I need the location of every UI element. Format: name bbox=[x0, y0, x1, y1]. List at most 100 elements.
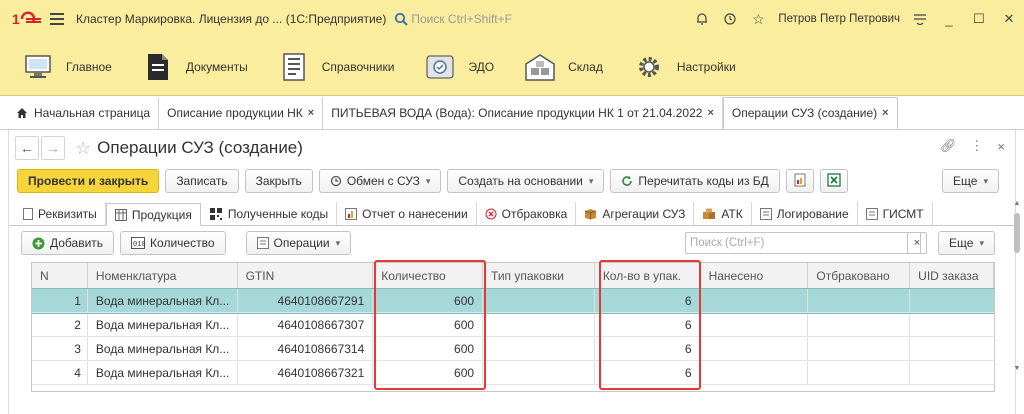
close-button[interactable]: Закрыть bbox=[244, 169, 313, 193]
close-tab-icon[interactable]: × bbox=[882, 107, 888, 119]
tab-label: Агрегации СУЗ bbox=[602, 206, 686, 221]
tab-received-codes[interactable]: Полученные коды bbox=[201, 202, 338, 225]
open-windows-bar: Начальная страница Описание продукции НК… bbox=[0, 97, 1024, 130]
cell-n: 3 bbox=[32, 337, 88, 360]
section-warehouse[interactable]: Склад bbox=[522, 49, 603, 85]
quantity-button[interactable]: 010 Количество bbox=[120, 231, 226, 255]
cell-gtin: 4640108667314 bbox=[238, 337, 374, 360]
tab-logging[interactable]: Логирование bbox=[752, 202, 858, 225]
column-header-rejected[interactable]: Отбраковано bbox=[808, 263, 911, 288]
tab-product-description[interactable]: Описание продукции НК × bbox=[159, 97, 324, 129]
section-label: Настройки bbox=[676, 59, 736, 74]
chevron-down-icon: ▾ bbox=[983, 175, 988, 186]
column-header-n[interactable]: N bbox=[32, 263, 88, 288]
link-icon[interactable]: 🔗︎ bbox=[940, 138, 957, 154]
close-window-button[interactable]: ✕ bbox=[994, 0, 1024, 38]
create-based-on-button[interactable]: Создать на основании ▾ bbox=[447, 169, 605, 193]
tab-products[interactable]: Продукция bbox=[105, 203, 201, 226]
more-vert-icon[interactable]: ⋮ bbox=[970, 138, 983, 154]
cell-quantity: 600 bbox=[373, 337, 484, 360]
tab-atk[interactable]: АТК bbox=[694, 202, 752, 225]
history-icon[interactable] bbox=[719, 8, 741, 30]
cell-nomenclature: Вода минеральная Кл... bbox=[88, 337, 238, 360]
tab-application-report[interactable]: Отчет о нанесении bbox=[337, 202, 477, 225]
section-main[interactable]: Главное bbox=[20, 49, 112, 85]
close-tab-icon[interactable]: × bbox=[308, 107, 314, 119]
section-label: Справочники bbox=[321, 59, 395, 74]
boxes-icon bbox=[702, 208, 716, 220]
clear-search-button[interactable]: × bbox=[907, 232, 927, 254]
cell-per-pack: 6 bbox=[595, 361, 701, 384]
table-search-input[interactable]: Поиск (Ctrl+F) bbox=[685, 232, 921, 254]
qr-code-icon bbox=[209, 207, 223, 221]
column-header-quantity[interactable]: Количество bbox=[373, 263, 484, 288]
scroll-down-icon[interactable]: ▼ bbox=[1012, 365, 1022, 372]
svg-text:010: 010 bbox=[133, 241, 145, 249]
post-and-close-button[interactable]: Провести и закрыть bbox=[17, 169, 160, 193]
settings-menu-icon[interactable] bbox=[909, 8, 931, 30]
table-row[interactable]: 2 Вода минеральная Кл... 4640108667307 6… bbox=[32, 313, 994, 337]
exchange-icon bbox=[330, 175, 342, 187]
section-settings[interactable]: Настройки bbox=[631, 49, 736, 85]
more-button[interactable]: Еще ▾ bbox=[942, 169, 999, 193]
command-bar: Провести и закрыть Записать Закрыть Обме… bbox=[9, 168, 1015, 194]
reread-codes-button[interactable]: Перечитать коды из БД bbox=[610, 169, 780, 193]
section-edo[interactable]: ЭДО bbox=[422, 49, 494, 85]
table-row[interactable]: 1 Вода минеральная Кл... 4640108667291 6… bbox=[32, 288, 994, 314]
star-icon[interactable]: ☆ bbox=[747, 8, 769, 30]
table-row[interactable]: 4 Вода минеральная Кл... 4640108667321 6… bbox=[32, 361, 994, 385]
tab-requisites[interactable]: Реквизиты bbox=[15, 202, 106, 225]
tab-label: Начальная страница bbox=[34, 106, 151, 120]
user-name[interactable]: Петров Петр Петрович bbox=[778, 13, 900, 25]
column-header-pack-type[interactable]: Тип упаковки bbox=[483, 263, 595, 288]
cell-order-uid bbox=[910, 289, 994, 312]
monitor-icon bbox=[20, 49, 56, 85]
main-menu-icon[interactable] bbox=[50, 13, 64, 25]
table-row[interactable]: 3 Вода минеральная Кл... 4640108667314 6… bbox=[32, 337, 994, 361]
column-header-gtin[interactable]: GTIN bbox=[238, 263, 374, 288]
vertical-scrollbar[interactable]: ▲ ▼ bbox=[1012, 200, 1022, 400]
cell-quantity: 600 bbox=[373, 313, 484, 336]
excel-button[interactable] bbox=[819, 169, 848, 193]
cell-rejected bbox=[808, 361, 911, 384]
close-form-icon[interactable]: × bbox=[997, 139, 1005, 154]
column-header-order-uid[interactable]: UID заказа bbox=[910, 263, 994, 288]
add-button[interactable]: Добавить bbox=[21, 231, 115, 255]
section-documents[interactable]: Документы bbox=[140, 49, 248, 85]
tab-label: Отбраковка bbox=[501, 206, 568, 221]
exchange-suz-button[interactable]: Обмен с СУЗ ▾ bbox=[318, 169, 442, 193]
global-search[interactable]: Поиск Ctrl+Shift+F bbox=[394, 12, 512, 26]
tab-gismt[interactable]: ГИСМТ bbox=[858, 202, 933, 225]
column-header-per-pack[interactable]: Кол-во в упак. bbox=[595, 263, 701, 288]
tab-suz-operations[interactable]: Операции СУЗ (создание) × bbox=[722, 97, 898, 129]
tab-home[interactable]: Начальная страница bbox=[8, 97, 160, 129]
save-button[interactable]: Записать bbox=[165, 169, 239, 193]
tab-label: Логирование bbox=[776, 206, 849, 221]
minimize-button[interactable]: _ bbox=[934, 0, 964, 38]
1c-logo: 1 bbox=[12, 10, 42, 28]
exchange-suz-label: Обмен с СУЗ bbox=[346, 174, 420, 188]
favorite-star-icon[interactable]: ☆ bbox=[75, 138, 91, 159]
forward-button[interactable]: → bbox=[41, 136, 65, 160]
cell-gtin: 4640108667291 bbox=[238, 289, 374, 312]
cell-per-pack: 6 bbox=[595, 337, 701, 360]
table-more-button[interactable]: Еще ▾ bbox=[938, 231, 995, 255]
counter-icon: 010 bbox=[131, 237, 146, 249]
bell-icon[interactable] bbox=[691, 8, 713, 30]
scroll-up-icon[interactable]: ▲ bbox=[1012, 200, 1022, 207]
section-catalogs[interactable]: Справочники bbox=[276, 49, 395, 85]
operations-button[interactable]: Операции ▾ bbox=[245, 231, 352, 255]
tab-label: ГИСМТ bbox=[882, 206, 924, 221]
tab-drinking-water[interactable]: ПИТЬЕВАЯ ВОДА (Вода): Описание продукции… bbox=[323, 97, 723, 129]
column-header-nomenclature[interactable]: Номенклатура bbox=[88, 263, 238, 288]
report-button[interactable] bbox=[785, 169, 814, 193]
cell-rejected bbox=[808, 289, 911, 312]
tab-suz-aggregations[interactable]: Агрегации СУЗ bbox=[576, 202, 695, 225]
cell-gtin: 4640108667307 bbox=[238, 313, 374, 336]
scroll-thumb[interactable] bbox=[1014, 213, 1020, 253]
back-button[interactable]: ← bbox=[15, 136, 39, 160]
close-tab-icon[interactable]: × bbox=[707, 107, 713, 119]
tab-rejection[interactable]: Отбраковка bbox=[477, 202, 577, 225]
maximize-button[interactable]: ☐ bbox=[964, 0, 994, 38]
column-header-applied[interactable]: Нанесено bbox=[701, 263, 809, 288]
